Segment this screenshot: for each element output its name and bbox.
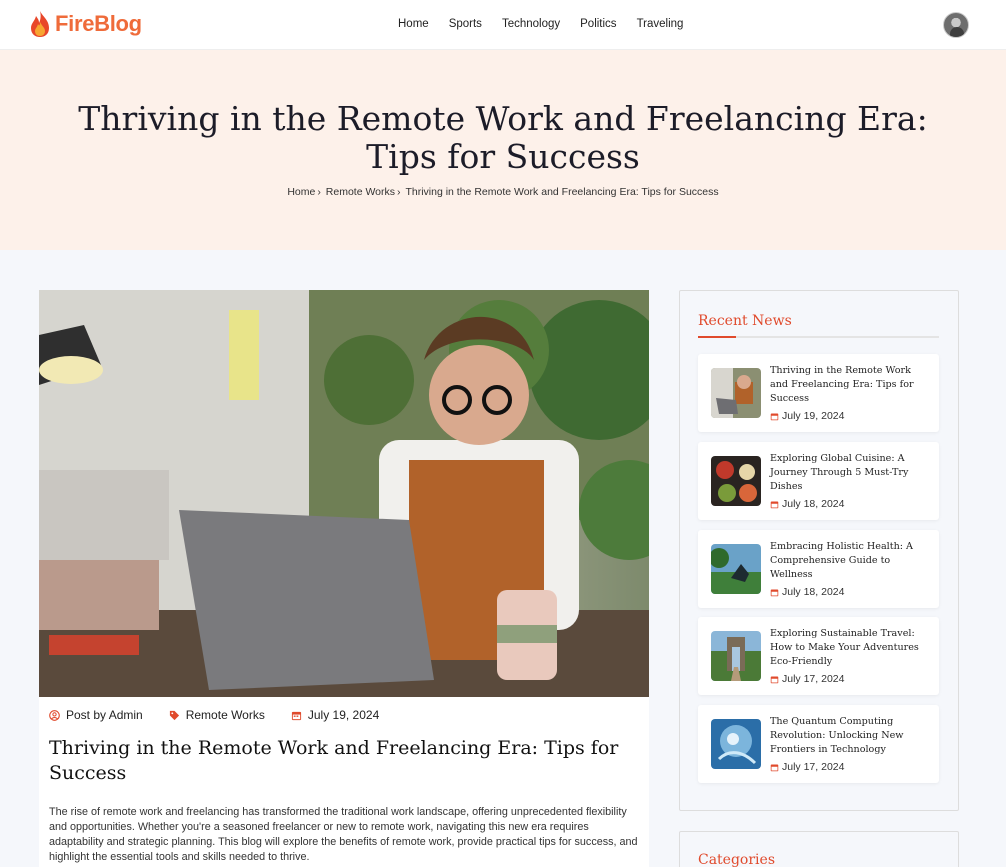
heading-underline — [698, 336, 939, 338]
article-card: Post by Admin Remote Works July 19, 2024… — [39, 290, 649, 867]
article-title: Thriving in the Remote Work and Freelanc… — [49, 737, 619, 784]
meta-date-text: July 19, 2024 — [307, 708, 380, 722]
meta-author-text: Post by Admin — [66, 708, 143, 722]
brand-name: FireBlog — [55, 11, 142, 36]
meta-author: Post by Admin — [49, 708, 143, 722]
news-thumbnail — [711, 719, 761, 769]
user-avatar[interactable] — [943, 12, 969, 38]
meta-category[interactable]: Remote Works — [169, 708, 265, 722]
recent-news-widget: Recent News Thriving in the Remote Work … — [679, 290, 959, 811]
news-date-text: July 19, 2024 — [782, 410, 845, 422]
calendar-icon — [770, 501, 779, 508]
news-item[interactable]: Exploring Sustainable Travel: How to Mak… — [698, 617, 939, 695]
tag-icon — [169, 710, 179, 720]
breadcrumb-separator-icon: › — [317, 186, 321, 198]
news-thumbnail — [711, 544, 761, 594]
news-title: Thriving in the Remote Work and Freelanc… — [770, 365, 914, 404]
news-date: July 17, 2024 — [770, 673, 844, 685]
news-title: Exploring Global Cuisine: A Journey Thro… — [770, 453, 909, 492]
meta-category-text: Remote Works — [185, 708, 265, 722]
news-date: July 18, 2024 — [770, 586, 844, 598]
flame-logo-icon — [31, 11, 49, 37]
breadcrumb-separator-icon: › — [397, 186, 401, 198]
news-date-text: July 17, 2024 — [782, 673, 845, 685]
news-date-text: July 17, 2024 — [782, 761, 845, 773]
calendar-icon — [770, 676, 779, 683]
article-body: The rise of remote work and freelancing … — [49, 806, 638, 863]
site-logo[interactable]: FireBlog — [29, 10, 142, 38]
breadcrumb: Home › Remote Works › Thriving in the Remo… — [0, 186, 1006, 198]
calendar-icon — [291, 711, 301, 720]
article-meta: Post by Admin Remote Works July 19, 2024 — [49, 708, 379, 722]
news-item[interactable]: Thriving in the Remote Work and Freelanc… — [698, 354, 939, 432]
news-thumbnail — [711, 456, 761, 506]
news-title: Exploring Sustainable Travel: How to Mak… — [770, 628, 919, 667]
categories-widget: Categories — [679, 831, 959, 867]
nav-home[interactable]: Home — [398, 18, 429, 30]
calendar-icon — [770, 413, 779, 420]
calendar-icon — [770, 764, 779, 771]
user-icon — [49, 709, 60, 721]
news-date: July 17, 2024 — [770, 761, 844, 773]
recent-news-heading: Recent News — [698, 313, 792, 329]
categories-heading: Categories — [698, 852, 775, 867]
news-thumbnail — [711, 631, 761, 681]
breadcrumb-current: Thriving in the Remote Work and Freelanc… — [405, 186, 719, 198]
news-item[interactable]: The Quantum Computing Revolution: Unlock… — [698, 705, 939, 783]
article-featured-image — [39, 290, 649, 697]
meta-date: July 19, 2024 — [291, 708, 379, 722]
nav-technology[interactable]: Technology — [502, 18, 560, 30]
calendar-icon — [770, 589, 779, 596]
news-date-text: July 18, 2024 — [782, 586, 845, 598]
site-header: FireBlog Home Sports Technology Politics… — [0, 0, 1006, 50]
page-title: Thriving in the Remote Work and Freelanc… — [78, 99, 928, 176]
nav-sports[interactable]: Sports — [449, 18, 482, 30]
page-hero: Thriving in the Remote Work and Freelanc… — [0, 50, 1006, 250]
breadcrumb-category[interactable]: Remote Works — [326, 186, 395, 198]
news-date: July 18, 2024 — [770, 498, 844, 510]
news-date: July 19, 2024 — [770, 410, 844, 422]
nav-traveling[interactable]: Traveling — [637, 18, 684, 30]
news-item[interactable]: Embracing Holistic Health: A Comprehensi… — [698, 530, 939, 608]
news-title: Embracing Holistic Health: A Comprehensi… — [770, 541, 913, 580]
news-item[interactable]: Exploring Global Cuisine: A Journey Thro… — [698, 442, 939, 520]
nav-politics[interactable]: Politics — [580, 18, 616, 30]
news-title: The Quantum Computing Revolution: Unlock… — [770, 716, 904, 755]
news-thumbnail — [711, 368, 761, 418]
breadcrumb-home[interactable]: Home — [287, 186, 315, 198]
main-nav: Home Sports Technology Politics Travelin… — [398, 18, 683, 30]
news-date-text: July 18, 2024 — [782, 498, 845, 510]
